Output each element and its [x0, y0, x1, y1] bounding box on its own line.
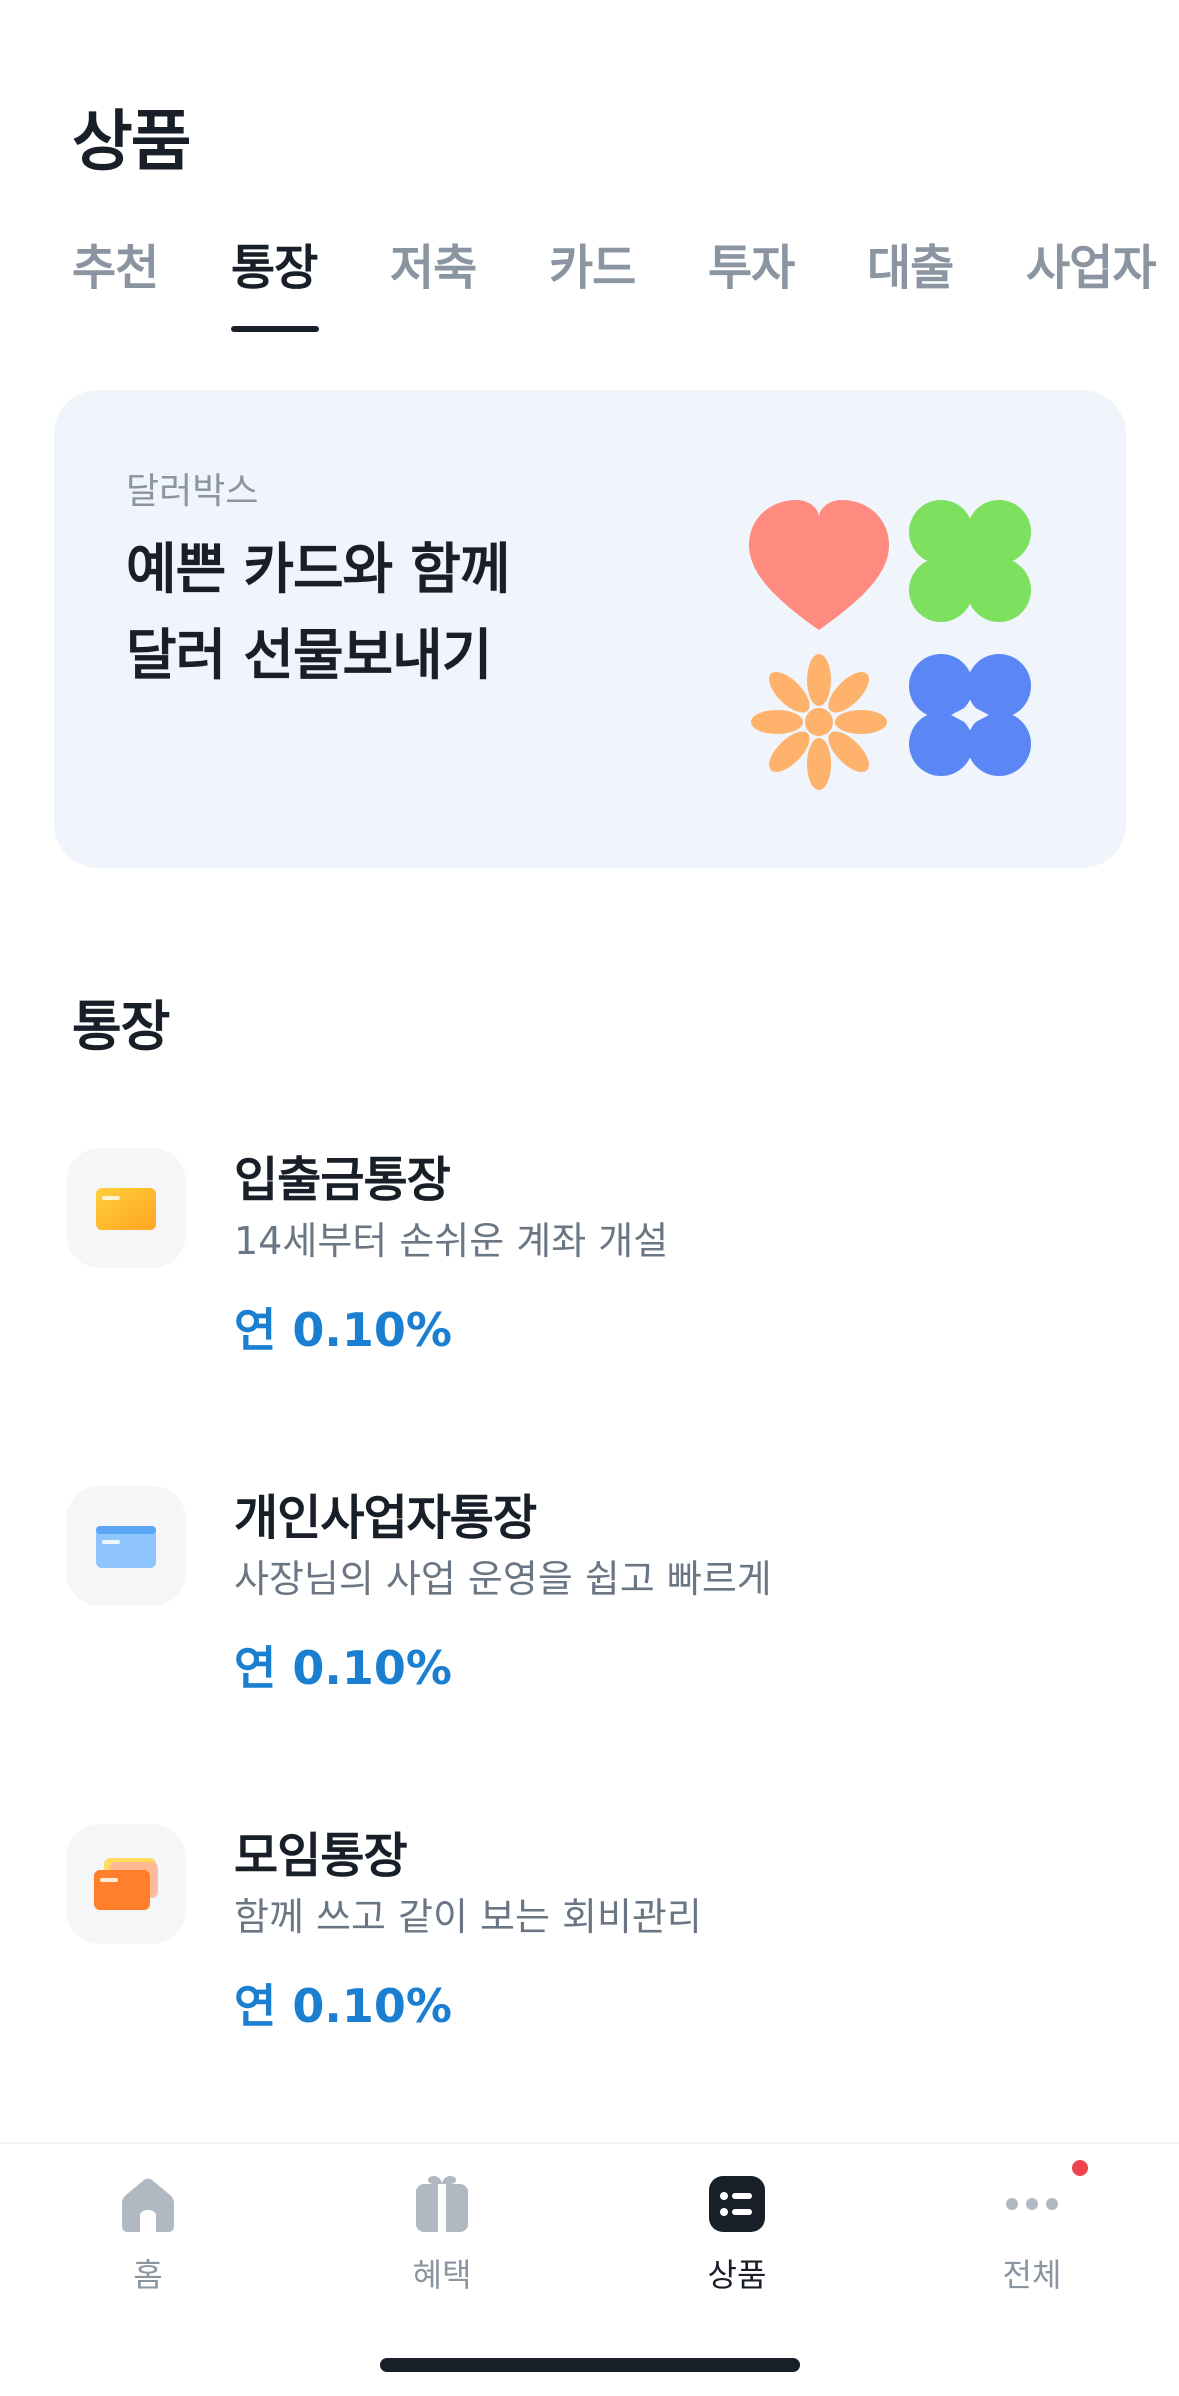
product-name: 모임통장: [234, 1828, 408, 1884]
section-title: 통장: [72, 995, 170, 1058]
product-item[interactable]: 입출금통장 14세부터 손쉬운 계좌 개설 연 0.10%: [66, 1140, 1126, 1380]
product-rate: 연 0.10%: [234, 1979, 452, 2033]
page-title: 상품: [72, 103, 191, 180]
blue-card-icon: [96, 1526, 156, 1568]
banner-title: 예쁜 카드와 함께 달러 선물보내기: [126, 526, 510, 698]
flower-icon: [751, 654, 887, 790]
product-desc: 함께 쓰고 같이 보는 회비관리: [234, 1895, 702, 1939]
list-icon: [709, 2176, 765, 2232]
gift-icon: [416, 2176, 468, 2232]
banner-title-line2: 달러 선물보내기: [126, 623, 492, 687]
tab-account[interactable]: 통장: [231, 228, 318, 298]
banner-title-line1: 예쁜 카드와 함께: [126, 537, 510, 601]
nav-benefits-label: 혜택: [412, 2256, 472, 2294]
nav-all[interactable]: 전체: [942, 2174, 1122, 2304]
notification-badge: [1072, 2160, 1088, 2176]
product-icon-box: [66, 1148, 186, 1268]
product-item[interactable]: 모임통장 함께 쓰고 같이 보는 회비관리 연 0.10%: [66, 1816, 1126, 2056]
stacked-cards-icon: [94, 1858, 158, 1910]
product-name: 개인사업자통장: [234, 1490, 537, 1546]
tab-card[interactable]: 카드: [549, 228, 636, 298]
yellow-card-icon: [96, 1188, 156, 1230]
product-rate: 연 0.10%: [234, 1641, 452, 1695]
nav-home[interactable]: 홈: [58, 2174, 238, 2304]
nav-products-label: 상품: [707, 2256, 767, 2294]
product-icon-box: [66, 1824, 186, 1944]
product-desc: 14세부터 손쉬운 계좌 개설: [234, 1219, 669, 1263]
category-tabs: 추천 통장 저축 카드 투자 대출 사업자: [72, 228, 1179, 338]
four-leaf-icon: [909, 654, 1031, 776]
product-desc: 사장님의 사업 운영을 쉽고 빠르게: [234, 1557, 772, 1601]
more-icon: [1006, 2198, 1058, 2210]
tab-recommend[interactable]: 추천: [72, 228, 159, 298]
product-rate: 연 0.10%: [234, 1303, 452, 1357]
tab-business[interactable]: 사업자: [1026, 228, 1156, 298]
promo-banner[interactable]: 달러박스 예쁜 카드와 함께 달러 선물보내기: [54, 390, 1126, 868]
banner-art: [749, 500, 1031, 790]
nav-all-label: 전체: [1002, 2256, 1062, 2294]
nav-home-label: 홈: [133, 2256, 163, 2294]
tab-invest[interactable]: 투자: [708, 228, 795, 298]
tab-savings[interactable]: 저축: [390, 228, 477, 298]
clover-icon: [909, 500, 1031, 622]
banner-eyebrow: 달러박스: [126, 471, 259, 512]
nav-benefits[interactable]: 혜택: [352, 2174, 532, 2304]
active-tab-indicator: [231, 326, 319, 332]
home-indicator[interactable]: [380, 2358, 800, 2372]
product-item[interactable]: 개인사업자통장 사장님의 사업 운영을 쉽고 빠르게 연 0.10%: [66, 1478, 1126, 1718]
tab-loan[interactable]: 대출: [867, 228, 954, 298]
product-name: 입출금통장: [234, 1152, 451, 1208]
product-icon-box: [66, 1486, 186, 1606]
nav-products[interactable]: 상품: [647, 2174, 827, 2304]
heart-icon: [749, 500, 889, 630]
home-icon: [122, 2178, 174, 2232]
